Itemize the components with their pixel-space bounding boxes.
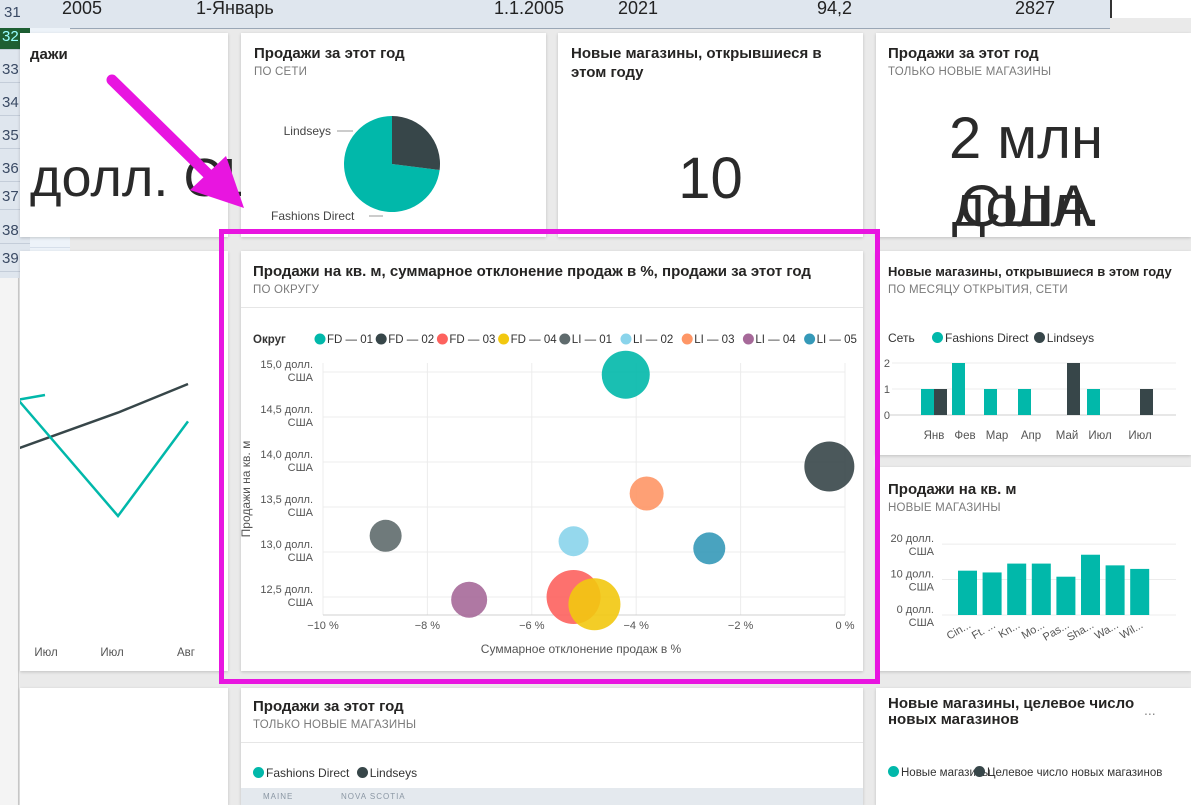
bar (952, 363, 965, 415)
card-new-stores[interactable]: Новые магазины, открывшиеся в этом году … (558, 33, 863, 237)
cell-date: 1.1.2005 (494, 0, 565, 18)
bar (1081, 554, 1100, 615)
line-series (20, 382, 189, 450)
x-tick-label: Kn... (997, 619, 1023, 641)
card-new-stores-by-month[interactable]: Новые магазины, открывшиеся в этом году … (876, 251, 1191, 455)
map-label: MAINE (263, 792, 294, 801)
bar (1031, 563, 1051, 615)
card-title-line2: новых магазинов (888, 711, 1019, 728)
x-tick-label: Апр (1021, 430, 1041, 442)
x-tick-label: Авг (177, 647, 195, 659)
x-tick-label: Фев (954, 430, 975, 442)
legend-dot (356, 767, 368, 778)
line-series (20, 400, 190, 519)
x-tick-label: Июл (1088, 430, 1111, 442)
y-tick-label: 2 (884, 358, 890, 370)
bar (1018, 389, 1031, 415)
legend: Целевое число новых магазинов (974, 766, 1162, 779)
bar (1067, 363, 1080, 415)
cell-month: 1-Январь (196, 0, 274, 18)
card-title: Новые магазины, открывшиеся в этом году (571, 45, 822, 81)
legend-dot (253, 767, 264, 778)
map-area[interactable]: MAINE NOVA SCOTIA (241, 788, 863, 805)
legend-item-label: Целевое число новых магазинов (987, 767, 1163, 779)
legend-item-label: Lindseys (369, 766, 418, 780)
card-subtitle: ТОЛЬКО НОВЫЕ МАГАЗИНЫ (888, 66, 1052, 78)
bar (1130, 568, 1150, 615)
y-tick-label: 20 долл. (891, 533, 934, 545)
x-tick-label: Mo... (1020, 619, 1047, 642)
more-options-icon[interactable]: ... (1144, 702, 1156, 718)
card-value: 10 (678, 146, 743, 211)
x-tick-label: Июл (1128, 430, 1151, 442)
bar (1056, 576, 1076, 615)
y-tick-label: 1 (884, 384, 890, 396)
x-tick-label: Янв (924, 430, 945, 442)
bar (921, 389, 934, 415)
x-tick-label: Pas... (1041, 619, 1071, 643)
legend-dot (974, 766, 985, 777)
line-chart: Июл Июл Авг (20, 382, 195, 659)
highlight-frame (219, 229, 880, 684)
bar-chart-months: 0 1 2 Янв Фев Мар Апр Май Июл Июл (884, 358, 1176, 442)
card-line-chart[interactable]: Июл Июл Авг (20, 251, 228, 671)
card-title: дажи (30, 46, 68, 63)
pie-label-fashions-direct: Fashions Direct (271, 209, 355, 223)
card-bottom-sales[interactable]: Продажи за этот год ТОЛЬКО НОВЫЕ МАГАЗИН… (241, 688, 863, 805)
legend-item[interactable]: Целевое число новых магазинов (974, 766, 1163, 779)
x-tick-label: Мар (986, 430, 1009, 442)
legend-item-label: Fashions Direct (266, 766, 350, 780)
bar (1105, 565, 1125, 615)
y-tick-label: США (909, 617, 935, 629)
x-tick-label: Cin... (945, 619, 973, 642)
y-tick-label: 10 долл. (891, 569, 934, 581)
row-number: 31 (4, 4, 21, 21)
card-sales-new-stores[interactable]: Продажи за этот год ТОЛЬКО НОВЫЕ МАГАЗИН… (876, 33, 1191, 237)
bar (1007, 563, 1027, 615)
y-tick-label: 0 долл. (897, 604, 934, 616)
card-title: Продажи за этот год (888, 45, 1039, 62)
x-tick-label: Июл (100, 647, 123, 659)
bar (1140, 389, 1153, 415)
card-title: Продажи за этот год (253, 698, 404, 715)
x-tick-label: Wil... (1118, 619, 1145, 642)
sheet-edge (1110, 0, 1191, 18)
cell-year: 2005 (62, 0, 103, 18)
x-tick-label: Wa... (1093, 619, 1121, 642)
card-subtitle: ТОЛЬКО НОВЫЕ МАГАЗИНЫ (253, 719, 417, 731)
y-tick-label: США (909, 546, 935, 558)
x-tick-label: Июл (34, 647, 57, 659)
cell-value: 2021 (618, 0, 659, 18)
cell-value: 94,2 (817, 0, 853, 18)
map-label: NOVA SCOTIA (341, 792, 406, 801)
pie-slice (392, 116, 440, 171)
pie-chart: Lindseys Fashions Direct (271, 116, 440, 223)
y-tick-label: 0 (884, 410, 890, 422)
bar (934, 389, 947, 415)
legend: Fashions Direct Lindseys (253, 766, 417, 780)
sheet-left-edge (0, 278, 19, 805)
y-tick-label: США (909, 582, 935, 594)
card-bottom-left[interactable] (20, 688, 228, 805)
cell-value: 2827 (1015, 0, 1056, 18)
pie-label-lindseys: Lindseys (284, 124, 331, 138)
card-sales-by-chain[interactable]: Продажи за этот год ПО СЕТИ Lindseys Fas… (241, 33, 546, 237)
x-tick-label: Ft. ... (970, 619, 998, 642)
line-segment (20, 393, 46, 401)
x-tick-label: Sha... (1065, 619, 1096, 644)
card-sales-per-sqm[interactable]: Продажи на кв. м НОВЫЕ МАГАЗИНЫ 20 долл.… (876, 467, 1191, 671)
bar (958, 570, 977, 615)
bar (982, 572, 1002, 615)
x-tick-label: Май (1056, 430, 1079, 442)
spreadsheet-top-row: 31 2005 1-Январь 1.1.2005 2021 94,2 2827 (0, 0, 1110, 29)
legend-dot (888, 766, 899, 777)
legend-item[interactable]: Fashions Direct (253, 766, 349, 780)
bar-chart-sales-sqm: 20 долл.США10 долл.США0 долл.США Cin...Ft… (891, 533, 1176, 644)
card-value-line2: США (959, 174, 1093, 237)
legend-item[interactable]: Lindseys (356, 766, 418, 780)
bar (1087, 389, 1100, 415)
bar (984, 389, 997, 415)
card-new-stores-target[interactable]: Новые магазины, целевое число новых мага… (876, 688, 1191, 805)
